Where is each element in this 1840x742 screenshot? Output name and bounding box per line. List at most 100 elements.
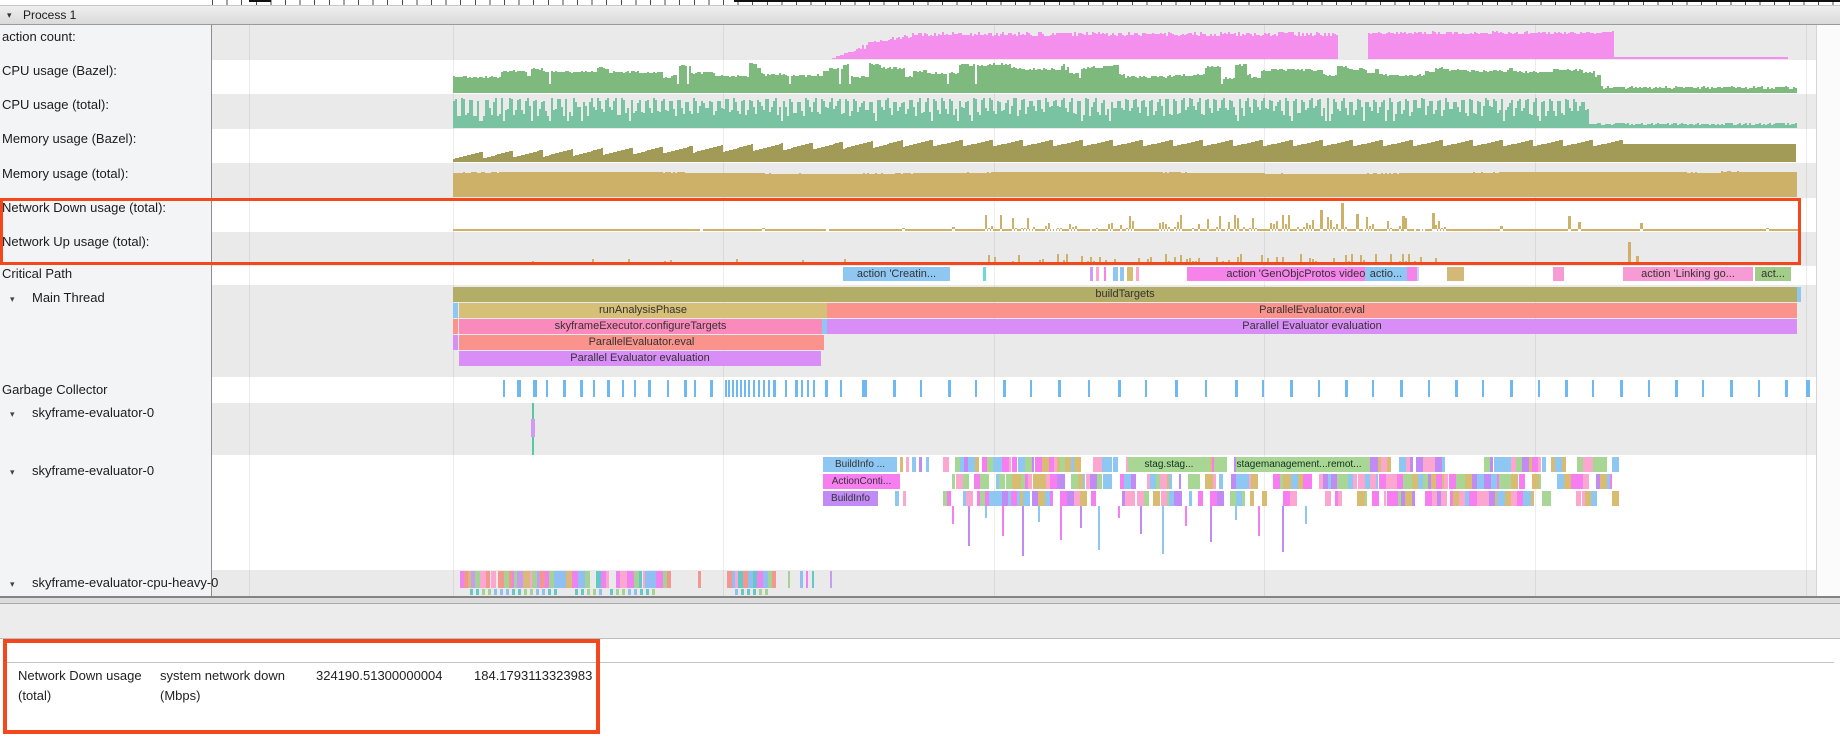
skyframe2-slice[interactable] (963, 474, 969, 489)
skyframe2-slice[interactable] (906, 457, 909, 472)
skyframe2-slice[interactable] (1250, 491, 1254, 506)
cpu-heavy-slice[interactable] (627, 571, 634, 588)
skyframe2-slice[interactable] (1542, 457, 1546, 472)
skyframe2-slice[interactable] (1018, 457, 1025, 472)
track-label-cpu-usage-total[interactable]: CPU usage (total): (2, 97, 109, 112)
track-label-cpu-usage-bazel[interactable]: CPU usage (Bazel): (2, 63, 117, 78)
skyframe2-slice[interactable] (966, 491, 973, 506)
critical-path-slice[interactable] (1553, 267, 1564, 281)
skyframe2-slice[interactable] (1484, 474, 1491, 489)
skyframe2-slice[interactable] (999, 474, 1006, 489)
skyframe2-slice[interactable] (975, 457, 979, 472)
critical-path-bar-action-creatin-[interactable]: action 'Creatin... (843, 267, 950, 281)
skyframe2-slice[interactable] (1033, 474, 1040, 489)
skyframe2-green-segment[interactable]: stag.stag... (1128, 457, 1210, 472)
main-thread-bar-parallel-evaluator-evaluation[interactable]: Parallel Evaluator evaluation (827, 319, 1797, 334)
skyframe2-slice[interactable] (1531, 491, 1534, 506)
cpu-heavy-slice[interactable] (806, 571, 808, 588)
skyframe2-slice[interactable] (1427, 457, 1435, 472)
cpu-bazel-chart[interactable] (453, 60, 1798, 94)
skyframe2-slice[interactable] (1144, 491, 1149, 506)
cpu-heavy-slice[interactable] (812, 571, 814, 588)
memory-total-chart[interactable] (453, 163, 1798, 198)
skyframe2-slice[interactable] (1205, 474, 1212, 489)
skyframe2-slice[interactable] (947, 491, 951, 506)
skyframe2-slice[interactable] (1484, 457, 1490, 472)
skyframe2-slice[interactable] (1217, 491, 1225, 506)
skyframe2-slice[interactable] (1405, 491, 1413, 506)
cell-time[interactable]: 324190.51300000004 (316, 666, 443, 686)
skyframe2-slice[interactable] (1412, 491, 1414, 506)
cpu-heavy-slice[interactable] (800, 571, 803, 588)
skyframe2-slice[interactable] (1161, 491, 1168, 506)
panel-divider[interactable] (0, 596, 1840, 604)
skyframe2-slice[interactable] (1557, 474, 1564, 489)
skyframe2-slice[interactable] (1441, 491, 1447, 506)
skyframe2-slice[interactable] (1290, 491, 1298, 506)
cpu-total-chart[interactable] (453, 94, 1798, 129)
skyframe2-slice[interactable] (1612, 457, 1619, 472)
skyframe2-slice[interactable] (1105, 457, 1113, 472)
critical-path-slice[interactable] (1127, 267, 1133, 281)
skyframe2-slice[interactable] (1050, 491, 1053, 506)
skyframe2-slice[interactable] (1379, 474, 1387, 489)
cell-series[interactable]: system network down (Mbps) (160, 666, 292, 706)
skyframe2-bar-buildinfo[interactable]: BuildInfo (823, 491, 878, 506)
skyframe2-slice[interactable] (1091, 491, 1096, 506)
skyframe2-slice[interactable] (1174, 491, 1181, 506)
skyframe2-slice[interactable] (1198, 491, 1203, 506)
main-thread-bar-parallelevaluator-eval[interactable]: ParallelEvaluator.eval (827, 303, 1797, 318)
skyframe2-slice[interactable] (1456, 474, 1463, 489)
skyframe2-slice[interactable] (1442, 457, 1445, 472)
main-thread-slice[interactable] (453, 319, 458, 334)
network-down-chart[interactable] (453, 198, 1798, 232)
skyframe2-slice[interactable] (1262, 491, 1267, 506)
cpu-heavy-slice[interactable] (667, 571, 672, 588)
skyframe2-slice[interactable] (1242, 474, 1249, 489)
critical-path-slice[interactable] (1104, 267, 1106, 281)
skyframe2-slice[interactable] (1391, 491, 1399, 506)
skyframe2-slice[interactable] (1358, 474, 1365, 489)
track-label-network-down-usage-total[interactable]: Network Down usage (total): (2, 200, 166, 215)
skyframe2-slice[interactable] (1477, 474, 1484, 489)
skyframe2-slice[interactable] (1504, 457, 1511, 472)
skyframe2-slice[interactable] (1499, 474, 1507, 489)
skyframe2-slice[interactable] (895, 491, 899, 506)
cpu-heavy-slice[interactable] (606, 571, 609, 588)
skyframe2-slice[interactable] (1137, 491, 1144, 506)
skyframe2-slice[interactable] (1113, 457, 1119, 472)
skyframe2-slice[interactable] (943, 457, 949, 472)
cpu-heavy-slice[interactable] (698, 571, 701, 588)
skyframe2-slice[interactable] (1074, 457, 1081, 472)
skyframe2-slice[interactable] (1425, 491, 1432, 506)
skyframe2-slice[interactable] (1387, 457, 1391, 472)
track-label-critical-path[interactable]: Critical Path (2, 266, 72, 281)
skyframe2-slice[interactable] (1357, 491, 1365, 506)
skyframe2-slice[interactable] (1435, 457, 1442, 472)
skyframe2-slice[interactable] (1511, 474, 1518, 489)
main-thread-bar-runanalysisphase[interactable]: runAnalysisPhase (459, 303, 827, 318)
skyframe2-slice[interactable] (1050, 474, 1057, 489)
critical-path-bar-act-[interactable]: act... (1755, 267, 1791, 281)
skyframe2-slice[interactable] (1210, 491, 1217, 506)
skyframe2-slice[interactable] (912, 457, 916, 472)
skyframe2-slice[interactable] (1449, 474, 1456, 489)
main-thread-bar-parallelevaluator-eval[interactable]: ParallelEvaluator.eval (459, 335, 824, 350)
skyframe2-slice[interactable] (1519, 474, 1525, 489)
skyframe2-slice[interactable] (1370, 457, 1378, 472)
skyframe2-slice[interactable] (1283, 474, 1291, 489)
skyframe2-slice[interactable] (1219, 474, 1222, 489)
skyframe2-slice[interactable] (1365, 491, 1368, 506)
skyframe2-slice[interactable] (1612, 491, 1619, 506)
track-label-skyframe-evaluator-cpu-heavy-0[interactable]: ▾skyframe-evaluator-cpu-heavy-0 (2, 575, 218, 590)
main-thread-slice[interactable] (453, 303, 458, 318)
skyframe2-slice[interactable] (1583, 474, 1590, 489)
skyframe2-slice[interactable] (1023, 491, 1030, 506)
skyframe2-slice[interactable] (987, 457, 994, 472)
skyframe2-slice[interactable] (1035, 457, 1043, 472)
critical-path-slice[interactable] (983, 267, 986, 281)
critical-path-slice[interactable] (1096, 267, 1099, 281)
skyframe2-slice[interactable] (1214, 457, 1222, 472)
skyframe2-bar-actionconti-[interactable]: ActionConti... (823, 474, 900, 489)
cpu-heavy-slice[interactable] (578, 571, 585, 588)
